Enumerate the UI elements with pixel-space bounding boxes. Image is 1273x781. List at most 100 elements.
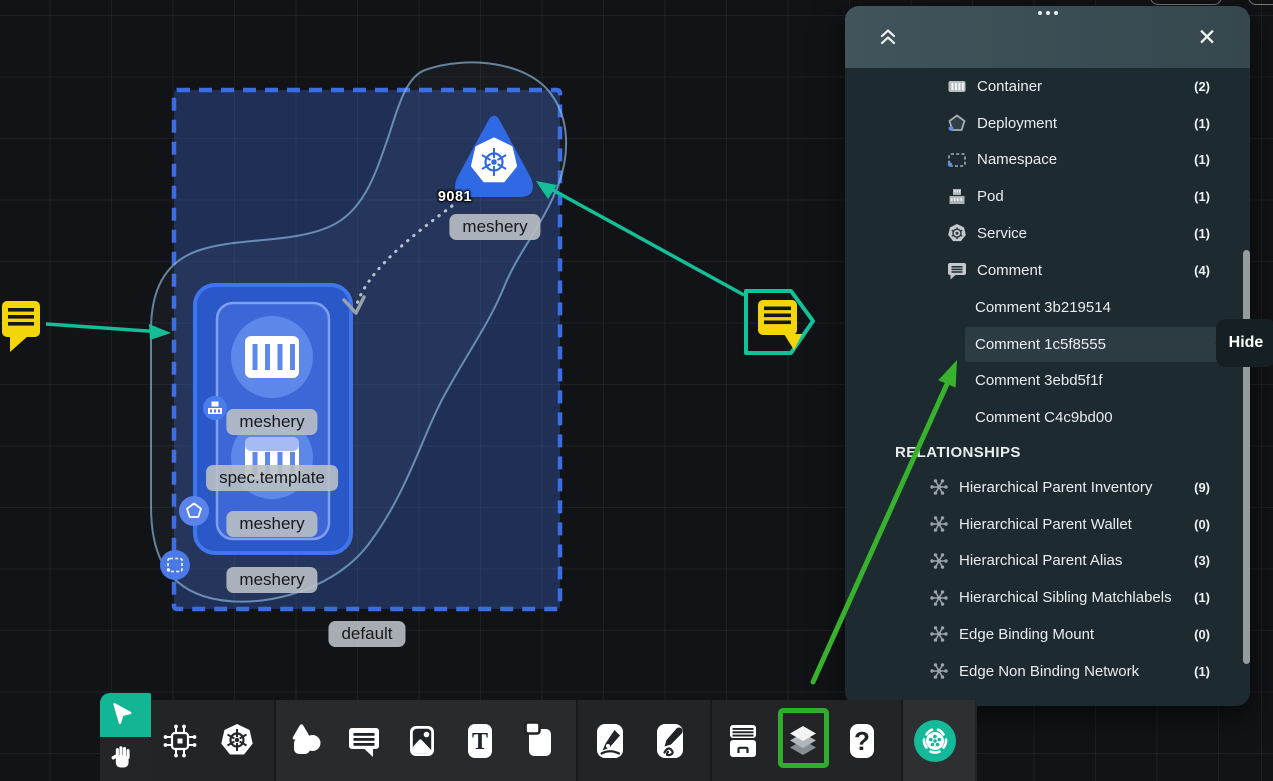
hand-icon: [99, 748, 145, 770]
hide-tooltip: Hide: [1216, 319, 1273, 367]
drawer-icon: [720, 730, 766, 752]
comment-item-label: Comment 3ebd5f1f: [975, 372, 1103, 389]
hide-tooltip-label: Hide: [1229, 334, 1264, 352]
comment-item-row[interactable]: Comment C4c9bd00: [845, 399, 1250, 436]
comment-item-row[interactable]: Comment 1c5f8555: [845, 326, 1250, 363]
relationship-icon: [927, 550, 951, 572]
relationship-count: (1): [1194, 664, 1210, 679]
relationship-icon: [927, 623, 951, 645]
service-name-label: meshery: [449, 214, 540, 240]
comment-item-row[interactable]: Comment 3b219514: [845, 289, 1250, 326]
component-count: (2): [1194, 79, 1210, 94]
relationship-label: Hierarchical Sibling Matchlabels: [959, 589, 1172, 606]
close-icon: ✕: [1197, 22, 1216, 52]
question-icon: ?: [839, 730, 885, 752]
comment-item-label: Comment 1c5f8555: [975, 336, 1106, 353]
relationship-label: Edge Binding Mount: [959, 626, 1094, 643]
tool-kubernetes-button[interactable]: [216, 711, 266, 771]
component-count: (1): [1194, 152, 1210, 167]
comment-node-right-selected[interactable]: [746, 291, 813, 353]
comment-item-label: Comment 3b219514: [975, 299, 1111, 316]
container-name-label: meshery: [226, 409, 317, 435]
tool-comment-button[interactable]: [343, 711, 393, 771]
component-label: Service: [977, 225, 1027, 242]
pod-icon: [945, 186, 969, 208]
tool-text-button[interactable]: T: [459, 711, 509, 771]
relationship-row[interactable]: Edge Binding Mount (0): [845, 616, 1250, 653]
collapse-panel-button[interactable]: [873, 22, 903, 52]
tool-shapes-button[interactable]: [284, 711, 334, 771]
relationship-count: (0): [1194, 517, 1210, 532]
kubernetes-icon: [214, 730, 260, 752]
component-row-deployment[interactable]: Deployment (1): [845, 105, 1250, 142]
tool-help-button[interactable]: ?: [841, 711, 891, 771]
relationship-row[interactable]: Edge Non Binding Network (1): [845, 653, 1250, 690]
container-icon: [945, 75, 969, 97]
component-count: (4): [1194, 263, 1210, 278]
relationship-row[interactable]: Hierarchical Sibling Matchlabels(1): [845, 579, 1250, 616]
tool-components-button[interactable]: [159, 711, 209, 771]
pointer-tool-group: [100, 693, 151, 781]
deployment-name-label: meshery: [226, 567, 317, 593]
relationship-icon: [927, 660, 951, 682]
relationship-row[interactable]: Hierarchical Parent Wallet(0): [845, 506, 1250, 543]
tool-note-button[interactable]: [518, 711, 568, 771]
spec-template-label: spec.template: [206, 465, 338, 491]
relationship-count: (0): [1194, 627, 1210, 642]
component-row-service[interactable]: Service (1): [845, 215, 1250, 252]
comment-left-edge: [46, 324, 171, 340]
component-count: (1): [1194, 116, 1210, 131]
note-icon: [516, 730, 562, 752]
comment-node-left[interactable]: [2, 301, 40, 352]
pod-name-label: meshery: [226, 511, 317, 537]
close-panel-button[interactable]: ✕: [1192, 22, 1222, 52]
comment-item-label: Comment C4c9bd00: [975, 409, 1113, 426]
panel-scrollbar[interactable]: [1243, 250, 1250, 664]
component-row-container[interactable]: Container(2): [845, 68, 1250, 105]
relationship-label: Edge Non Binding Network: [959, 663, 1139, 680]
text-icon: T: [457, 730, 503, 752]
deployment-icon: [945, 112, 969, 134]
relationship-icon: [927, 587, 951, 609]
pen-icon: [587, 730, 633, 752]
service-port-label: 9081: [438, 189, 472, 205]
svg-text:T: T: [472, 729, 488, 755]
component-label: Deployment: [977, 115, 1057, 132]
component-label: Namespace: [977, 151, 1057, 168]
tool-pencil-button[interactable]: [649, 711, 699, 771]
container-node-1[interactable]: [231, 316, 313, 398]
tool-image-button[interactable]: [401, 711, 451, 771]
relationship-count: (9): [1194, 480, 1210, 495]
tool-select-button[interactable]: [100, 693, 151, 737]
service-icon: [945, 222, 969, 244]
shapes-icon: [282, 730, 328, 752]
relationships-section-title: RELATIONSHIPS: [845, 437, 1250, 469]
component-count: (1): [1194, 189, 1210, 204]
comment-item-row[interactable]: Comment 3ebd5f1f: [845, 363, 1250, 400]
relationship-row[interactable]: Hierarchical Parent Inventory(9): [845, 469, 1250, 506]
component-row-comment[interactable]: Comment(4): [845, 252, 1250, 289]
relationship-count: (3): [1194, 553, 1210, 568]
pod-kind-badge: [203, 396, 227, 420]
component-count: (1): [1194, 226, 1210, 241]
panel-header[interactable]: ✕: [845, 6, 1250, 68]
image-icon: [399, 730, 445, 752]
drag-handle-icon[interactable]: [1038, 11, 1058, 15]
clipped-top-widget: [1248, 0, 1273, 5]
chip-icon: [157, 730, 203, 752]
tool-meshery-button[interactable]: [914, 711, 964, 771]
tool-layers-button[interactable]: [782, 711, 832, 771]
design-canvas-screen: 9081 meshery meshery spec.template meshe…: [0, 0, 1273, 781]
svg-text:?: ?: [854, 726, 870, 756]
meshery-logo-icon: [912, 730, 958, 752]
tool-drawer-button[interactable]: [722, 711, 772, 771]
component-row-pod[interactable]: Pod(1): [845, 178, 1250, 215]
tool-pan-button[interactable]: [100, 737, 151, 781]
relationship-row[interactable]: Hierarchical Parent Alias(3): [845, 543, 1250, 580]
tool-pen-button[interactable]: [589, 711, 639, 771]
relationship-icon: [927, 476, 951, 498]
cursor-icon: [99, 704, 145, 726]
component-row-namespace[interactable]: Namespace (1): [845, 142, 1250, 179]
namespace-kind-badge: [160, 550, 190, 580]
relationship-icon: [927, 513, 951, 535]
